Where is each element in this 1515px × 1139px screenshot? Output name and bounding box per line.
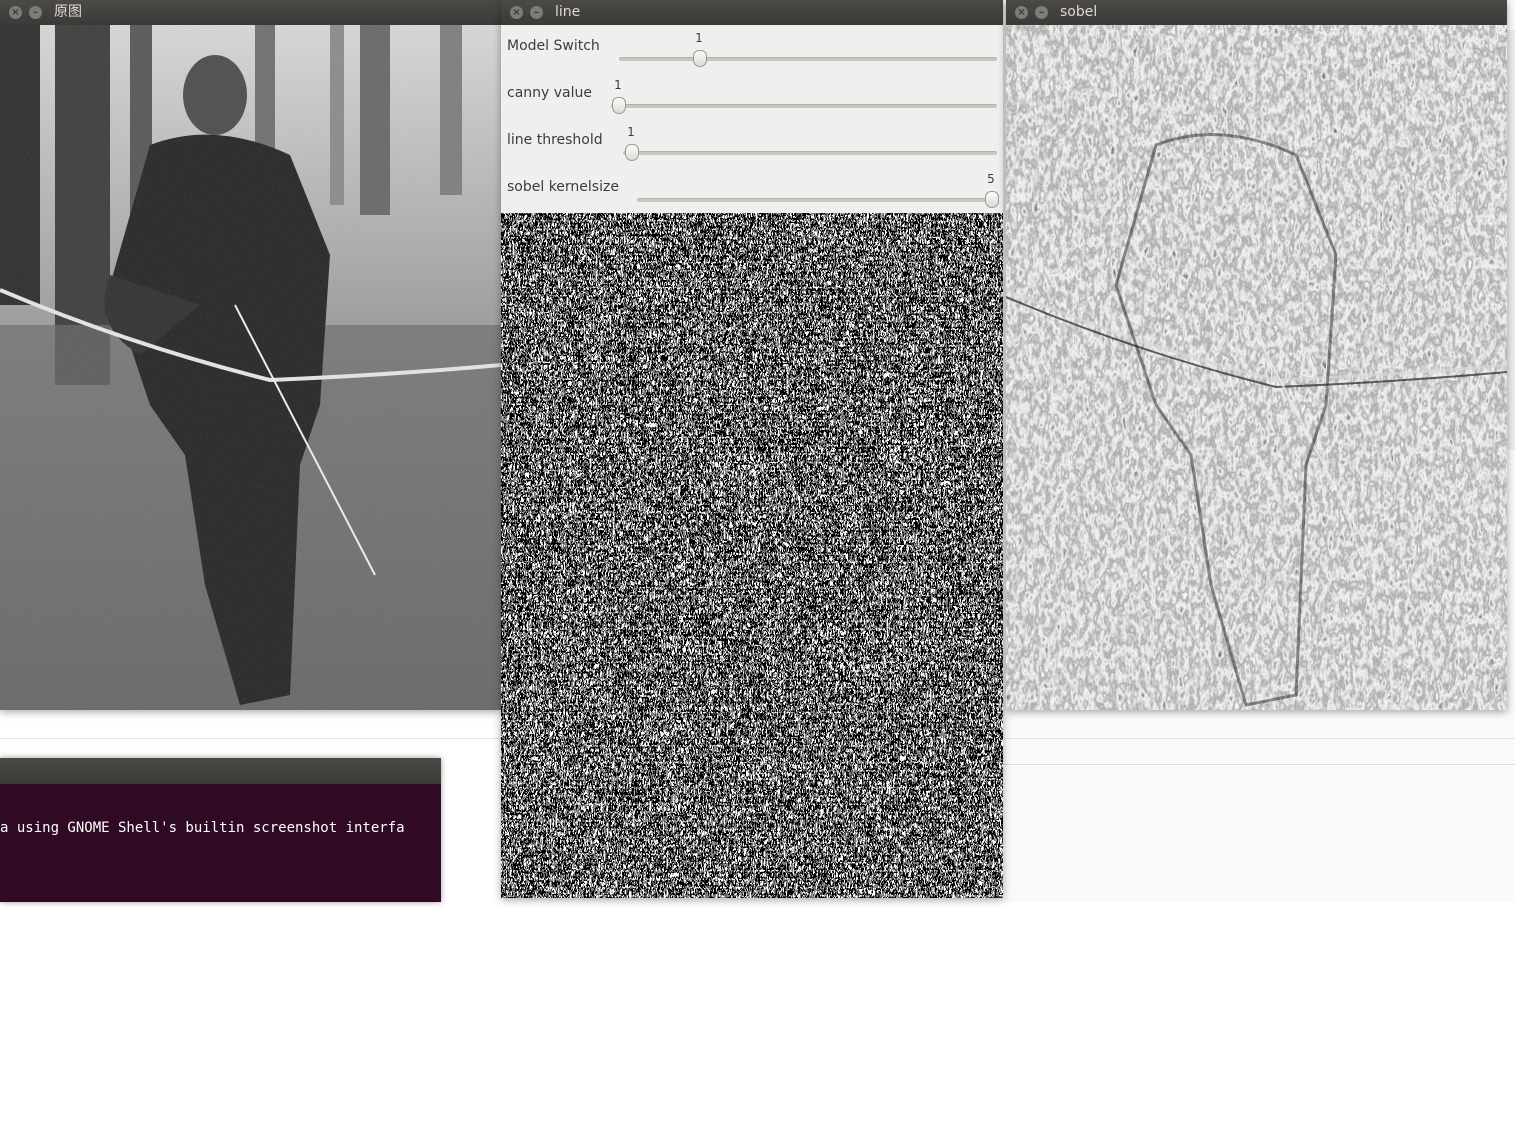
window-title: 原图 [54, 4, 82, 20]
background-scrollbar [1506, 30, 1515, 450]
close-icon[interactable]: × [510, 6, 523, 19]
trackbar-value: 1 [695, 31, 703, 45]
trackbar-label: sobel kernelsize [507, 179, 619, 195]
trackbar-groove[interactable] [611, 104, 997, 108]
window-titlebar[interactable]: × – sobel [1006, 0, 1507, 25]
terminal-line: a using GNOME Shell's builtin screenshot… [0, 1088, 405, 1105]
trackbar-groove[interactable] [637, 198, 997, 202]
sobel-window[interactable]: × – sobel [1006, 0, 1507, 710]
trackbar-groove[interactable] [623, 151, 997, 155]
trackbar-panel: Model Switch 1 canny value 1 line thresh… [501, 25, 1001, 213]
terminal-window[interactable]: a using GNOME Shell's builtin screenshot… [0, 758, 441, 1104]
window-title: sobel [1060, 4, 1098, 20]
terminal-line: a using GNOME Shell's builtin screenshot… [0, 819, 405, 836]
trackbar-value: 5 [987, 172, 995, 186]
terminal-line: hot -a [0, 903, 51, 920]
trackbar-handle[interactable] [612, 97, 626, 114]
original-image-window[interactable]: × – 原图 [0, 0, 501, 710]
trackbar-label: line threshold [507, 132, 603, 148]
trackbar-value: 1 [627, 125, 635, 139]
window-title: line [555, 4, 581, 20]
close-icon[interactable]: × [1015, 6, 1028, 19]
line-window[interactable]: × – line Model Switch 1 canny value 1 li… [501, 0, 1003, 898]
sobel-output-image [1006, 25, 1507, 710]
terminal-line: a using GNOME Shell's builtin screenshot… [0, 953, 405, 970]
minimize-icon[interactable]: – [530, 6, 543, 19]
trackbar-handle[interactable] [985, 191, 999, 208]
trackbar-label: canny value [507, 85, 592, 101]
terminal-titlebar[interactable] [0, 758, 441, 784]
minimize-icon[interactable]: – [29, 6, 42, 19]
trackbar-label: Model Switch [507, 38, 600, 54]
trackbar-sobel-kernelsize: sobel kernelsize 5 [501, 166, 1001, 213]
close-icon[interactable]: × [9, 6, 22, 19]
original-image [0, 25, 501, 710]
trackbar-groove[interactable] [619, 57, 997, 61]
terminal-line: hot -a [0, 1037, 51, 1054]
trackbar-value: 1 [614, 78, 622, 92]
terminal-output: a using GNOME Shell's builtin screenshot… [0, 786, 405, 1139]
trackbar-handle[interactable] [693, 50, 707, 67]
minimize-icon[interactable]: – [1035, 6, 1048, 19]
trackbar-line-threshold: line threshold 1 [501, 119, 1001, 166]
trackbar-model-switch: Model Switch 1 [501, 25, 1001, 72]
line-output-image [501, 213, 1003, 898]
window-titlebar[interactable]: × – 原图 [0, 0, 501, 25]
trackbar-handle[interactable] [625, 144, 639, 161]
window-titlebar[interactable]: × – line [501, 0, 1003, 25]
divider [1000, 764, 1515, 765]
trackbar-canny-value: canny value 1 [501, 72, 1001, 119]
